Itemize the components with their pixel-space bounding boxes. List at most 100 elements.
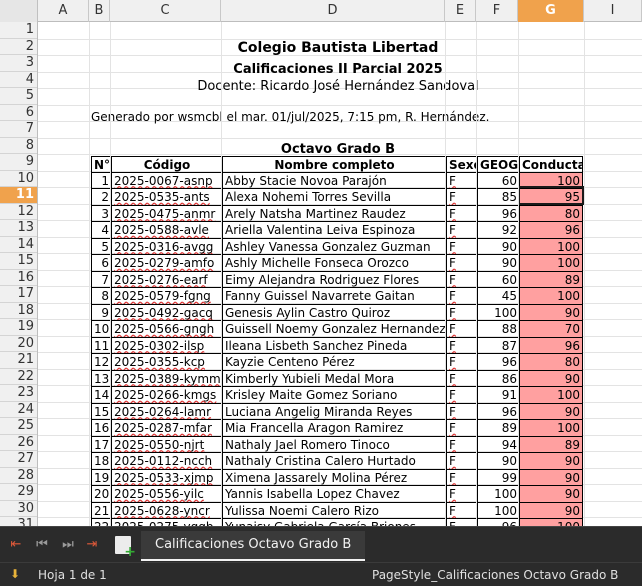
row-header-1[interactable]: 1 [0,22,37,39]
table-cell[interactable]: 20 [91,486,112,503]
table-cell[interactable]: 100 [478,304,520,321]
row-header-13[interactable]: 13 [0,220,37,237]
table-cell[interactable]: Ariella Valentina Leiva Espinoza [223,222,447,239]
table-cell[interactable]: 2025-0275-yggb [112,519,223,526]
table-cell[interactable]: 2025-0579-fgng [112,288,223,305]
table-cell[interactable]: 2025-0535-ants [112,189,223,206]
row-header-14[interactable]: 14 [0,237,37,253]
table-cell[interactable]: F [447,189,478,206]
last-sheet-icon[interactable]: ⇥ [82,537,102,553]
column-header-d[interactable]: D [221,0,445,22]
table-cell[interactable]: F [447,288,478,305]
table-cell[interactable]: 45 [478,288,520,305]
table-cell[interactable]: Guissell Noemy Gonzalez Hernandez [223,321,447,338]
table-cell[interactable]: 12 [91,354,112,371]
table-cell[interactable]: 90 [520,486,583,503]
table-cell[interactable]: 90 [520,453,583,470]
table-cell[interactable]: F [447,370,478,387]
table-cell[interactable]: F [447,502,478,519]
table-cell[interactable]: F [447,486,478,503]
table-cell[interactable]: 100 [520,238,583,255]
row-header-16[interactable]: 16 [0,270,37,286]
table-cell[interactable]: Eimy Alejandra Rodriguez Flores [223,271,447,288]
table-cell[interactable]: Abby Stacie Novoa Parajón [223,172,447,189]
table-cell[interactable]: 92 [478,222,520,239]
table-cell[interactable]: Genesis Aylin Castro Quiroz [223,304,447,321]
table-cell[interactable]: 100 [520,519,583,526]
table-cell[interactable]: 100 [520,255,583,272]
table-cell[interactable]: 2 [91,189,112,206]
row-header-3[interactable]: 3 [0,55,37,72]
table-cell[interactable]: 91 [478,387,520,404]
table-cell[interactable]: 2025-0492-gacq [112,304,223,321]
table-cell[interactable]: 2025-0302-ilsp [112,337,223,354]
table-cell[interactable]: 4 [91,222,112,239]
add-sheet-icon[interactable] [115,536,136,560]
table-cell[interactable]: 2025-0533-xjmp [112,469,223,486]
table-cell[interactable]: 100 [478,502,520,519]
row-header-15[interactable]: 15 [0,253,37,270]
table-cell[interactable]: 60 [478,271,520,288]
table-cell[interactable]: 96 [478,205,520,222]
row-header-7[interactable]: 7 [0,121,37,138]
table-cell[interactable]: 2025-0355-kcp [112,354,223,371]
table-cell[interactable]: 13 [91,370,112,387]
table-cell[interactable]: 90 [520,304,583,321]
table-cell[interactable]: Kimberly Yubieli Medal Mora [223,370,447,387]
header-cell-geog[interactable]: GEOG [478,156,520,173]
table-cell[interactable]: 80 [520,205,583,222]
table-cell[interactable]: F [447,453,478,470]
row-header-19[interactable]: 19 [0,319,37,336]
table-cell[interactable]: 2025-0475-anmr [112,205,223,222]
row-header-5[interactable]: 5 [0,88,37,105]
table-cell[interactable]: F [447,519,478,526]
table-cell[interactable]: Kayzie Centeno Pérez [223,354,447,371]
table-cell[interactable]: 2025-0112-ncch [112,453,223,470]
table-cell[interactable]: 85 [478,189,520,206]
table-cell[interactable]: 2025-0264-lamr [112,403,223,420]
table-cell[interactable]: 100 [520,387,583,404]
spreadsheet-grid[interactable]: Colegio Bautista Libertad Calificaciones… [38,22,642,526]
table-cell[interactable]: 18 [91,453,112,470]
header-cell-n[interactable]: N° [91,156,112,173]
page-style[interactable]: PageStyle_Calificaciones Octavo Grado B [372,568,618,582]
row-header-27[interactable]: 27 [0,451,37,468]
table-cell[interactable]: 8 [91,288,112,305]
table-cell[interactable]: 90 [478,255,520,272]
table-cell[interactable]: F [447,172,478,189]
table-cell[interactable]: Ileana Lisbeth Sanchez Pineda [223,337,447,354]
table-cell[interactable]: 2025-0287-mfar [112,420,223,437]
table-cell[interactable]: F [447,337,478,354]
table-cell[interactable]: 11 [91,337,112,354]
sheet-tab-active[interactable]: Calificaciones Octavo Grado B [141,531,366,561]
table-cell[interactable]: 96 [478,519,520,526]
header-cell-name[interactable]: Nombre completo [223,156,447,173]
row-header-6[interactable]: 6 [0,105,37,121]
table-cell[interactable]: 2025-0628-yncr [112,502,223,519]
table-cell[interactable]: F [447,321,478,338]
table-cell[interactable]: F [447,205,478,222]
table-cell[interactable]: Mia Francella Aragon Ramirez [223,420,447,437]
table-cell[interactable]: 89 [520,271,583,288]
table-cell[interactable]: Luciana Angelig Miranda Reyes [223,403,447,420]
header-cell-code[interactable]: Código [112,156,223,173]
table-cell[interactable]: Yannis Isabella Lopez Chavez [223,486,447,503]
table-cell[interactable]: 3 [91,205,112,222]
row-header-2[interactable]: 2 [0,39,37,55]
table-cell[interactable]: Yulissa Noemi Calero Rizo [223,502,447,519]
row-header-10[interactable]: 10 [0,171,37,187]
first-sheet-icon[interactable]: ⇤ [6,537,26,553]
row-header-18[interactable]: 18 [0,303,37,319]
table-cell[interactable]: 80 [520,354,583,371]
table-cell[interactable]: 2025-0276-earf [112,271,223,288]
column-header-g[interactable]: G [518,0,584,22]
table-cell[interactable]: 22 [91,519,112,526]
table-cell[interactable]: 16 [91,420,112,437]
row-header-11[interactable]: 11 [0,187,37,204]
table-cell[interactable]: 10 [91,321,112,338]
table-cell[interactable]: 9 [91,304,112,321]
row-header-21[interactable]: 21 [0,352,37,369]
table-cell[interactable]: 100 [520,288,583,305]
table-cell[interactable]: F [447,304,478,321]
row-header-31[interactable]: 31 [0,517,37,526]
